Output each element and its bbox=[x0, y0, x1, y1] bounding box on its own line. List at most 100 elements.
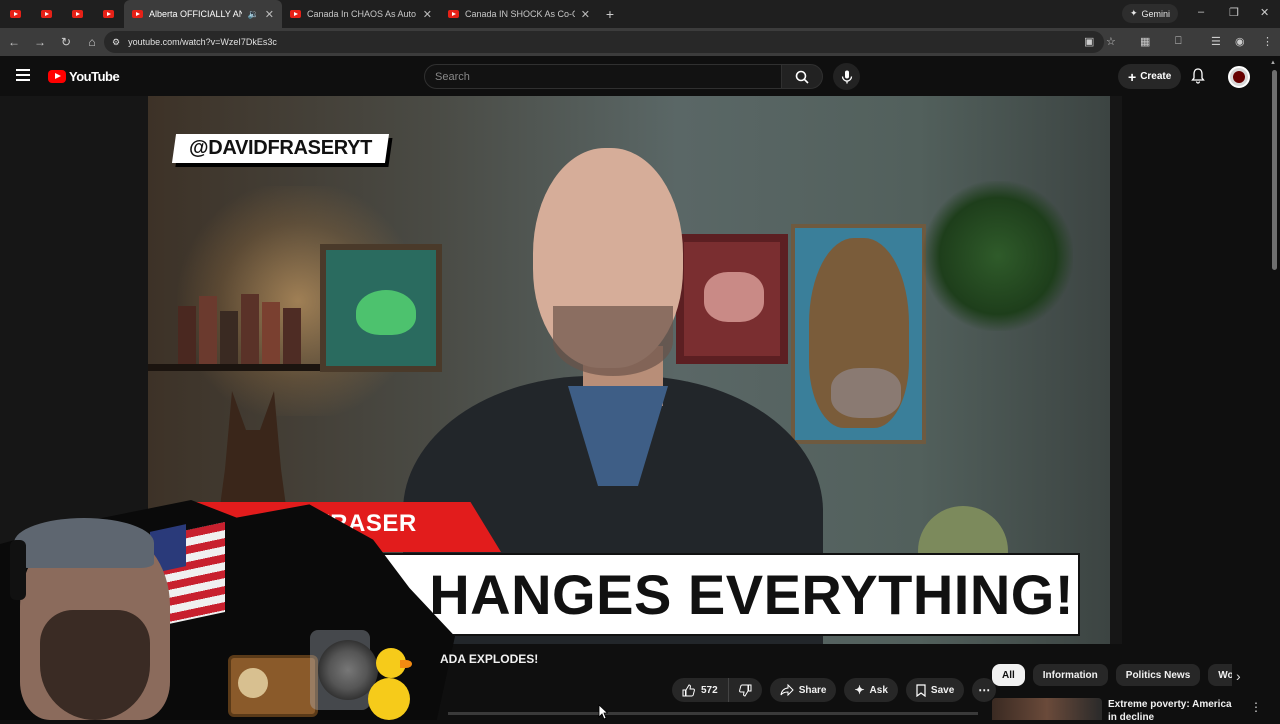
browser-toolbar: ← → ↻ ⌂ ⚙ youtube.com/watch?v=WzeI7DkEs3… bbox=[0, 28, 1280, 56]
youtube-favicon-icon bbox=[41, 10, 52, 18]
mouse-cursor-icon bbox=[598, 704, 608, 720]
more-horizontal-icon: ⋯ bbox=[978, 683, 991, 697]
channel-handle-overlay: @DAVIDFRASERYT bbox=[171, 134, 390, 163]
chip-information[interactable]: Information bbox=[1032, 664, 1108, 686]
search-input[interactable] bbox=[435, 70, 781, 83]
like-dislike-group: 572 bbox=[672, 678, 762, 702]
pinned-tab[interactable] bbox=[31, 0, 62, 28]
close-tab-icon[interactable]: ✕ bbox=[423, 8, 432, 21]
dislike-button[interactable] bbox=[729, 678, 762, 702]
home-icon[interactable]: ⌂ bbox=[80, 35, 104, 49]
avatar-image bbox=[1233, 71, 1245, 83]
streamer-camo-hat bbox=[14, 518, 154, 568]
streamer-beard bbox=[40, 610, 150, 720]
frog-painting bbox=[320, 244, 442, 372]
gemini-button[interactable]: ✦ Gemini bbox=[1122, 4, 1179, 23]
extensions-icon[interactable]: ▦ bbox=[1140, 35, 1150, 48]
youtube-favicon-icon bbox=[132, 10, 143, 18]
notifications-bell-icon[interactable] bbox=[1191, 68, 1205, 89]
search-button[interactable] bbox=[781, 64, 823, 89]
search-box bbox=[424, 64, 782, 89]
account-avatar[interactable] bbox=[1228, 66, 1250, 88]
back-arrow-icon[interactable]: ← bbox=[2, 35, 26, 49]
microphone-icon bbox=[841, 70, 852, 83]
tab-title: Canada In CHAOS As Auto Ma bbox=[307, 9, 417, 19]
minimize-icon[interactable]: – bbox=[1198, 6, 1204, 18]
menu-icon[interactable] bbox=[16, 69, 30, 81]
like-count: 572 bbox=[701, 684, 718, 696]
chevron-right-icon[interactable]: › bbox=[1236, 668, 1241, 684]
browser-menu-icon[interactable]: ⋮ bbox=[1262, 35, 1273, 48]
scroll-up-arrow-icon[interactable]: ▲ bbox=[1270, 60, 1276, 66]
tab-title: Canada IN SHOCK As Co-Op Cl bbox=[465, 9, 575, 19]
youtube-header: YouTube + Create bbox=[0, 56, 1280, 96]
youtube-logo-text: YouTube bbox=[69, 69, 120, 84]
plus-icon: + bbox=[1128, 68, 1137, 85]
recommendation-thumbnail[interactable] bbox=[992, 698, 1102, 720]
address-bar[interactable]: ⚙ youtube.com/watch?v=WzeI7DkEs3c bbox=[104, 31, 1104, 53]
recommendation-menu-icon[interactable]: ⋮ bbox=[1250, 700, 1262, 714]
chip-world-news[interactable]: World New bbox=[1208, 664, 1232, 686]
save-button[interactable]: Save bbox=[905, 678, 965, 702]
thumbs-down-icon bbox=[738, 684, 752, 697]
related-chips: All Information Politics News World New bbox=[992, 664, 1232, 686]
browser-tab-strip: Alberta OFFICIALLY ANNOU 🔉 ✕ Canada In C… bbox=[0, 0, 1280, 28]
search-icon bbox=[795, 70, 809, 84]
tab-title: Alberta OFFICIALLY ANNOU bbox=[149, 9, 242, 19]
chip-all[interactable]: All bbox=[992, 664, 1025, 686]
site-info-icon[interactable]: ⚙ bbox=[112, 37, 120, 48]
profile-icon[interactable]: ◉ bbox=[1235, 35, 1245, 48]
youtube-logo[interactable]: YouTube bbox=[48, 69, 120, 84]
like-button[interactable]: 572 bbox=[672, 678, 729, 702]
share-button[interactable]: Share bbox=[769, 678, 837, 702]
gemini-label: Gemini bbox=[1141, 8, 1171, 19]
youtube-favicon-icon bbox=[10, 10, 21, 18]
browser-tab[interactable]: Canada In CHAOS As Auto Ma ✕ bbox=[282, 0, 440, 28]
ask-button[interactable]: ✦ Ask bbox=[844, 678, 898, 702]
streamer-headset bbox=[10, 540, 26, 600]
create-label: Create bbox=[1140, 71, 1172, 82]
browser-tab-active[interactable]: Alberta OFFICIALLY ANNOU 🔉 ✕ bbox=[124, 0, 282, 28]
headline-text: HANGES EVERYTHING! bbox=[429, 563, 1074, 626]
youtube-favicon-icon bbox=[103, 10, 114, 18]
pinned-tab[interactable] bbox=[93, 0, 124, 28]
thumbs-up-icon bbox=[682, 683, 695, 696]
video-progress-bar[interactable] bbox=[448, 712, 978, 715]
pig-painting bbox=[676, 234, 788, 364]
bookshelf-books bbox=[178, 286, 328, 366]
voice-search-button[interactable] bbox=[833, 63, 860, 90]
pinned-tab[interactable] bbox=[62, 0, 93, 28]
youtube-favicon-icon bbox=[290, 10, 301, 18]
pinned-tab[interactable] bbox=[0, 0, 31, 28]
close-window-icon[interactable]: ✕ bbox=[1260, 6, 1269, 19]
youtube-favicon-icon bbox=[72, 10, 83, 18]
youtube-play-icon bbox=[48, 70, 66, 83]
save-label: Save bbox=[930, 684, 955, 696]
headline-banner: HANGES EVERYTHING! bbox=[370, 553, 1080, 636]
bookmark-star-icon[interactable]: ☆ bbox=[1106, 35, 1116, 48]
new-tab-button[interactable]: + bbox=[598, 6, 622, 22]
url-text: youtube.com/watch?v=WzeI7DkEs3c bbox=[128, 37, 277, 47]
create-button[interactable]: + Create bbox=[1118, 64, 1182, 89]
audio-playing-icon[interactable]: 🔉 bbox=[248, 9, 259, 20]
restore-icon[interactable]: ❐ bbox=[1229, 6, 1239, 19]
media-controls-icon[interactable]: ☰ bbox=[1211, 35, 1221, 48]
scrollbar-thumb[interactable] bbox=[1272, 70, 1277, 270]
browser-tab[interactable]: Canada IN SHOCK As Co-Op Cl ✕ bbox=[440, 0, 598, 28]
sparkle-icon: ✦ bbox=[854, 683, 865, 697]
cast-icon[interactable]: ⎕ bbox=[1175, 35, 1182, 48]
close-tab-icon[interactable]: ✕ bbox=[265, 8, 274, 21]
rubber-duck bbox=[368, 648, 412, 720]
recommendation-title[interactable]: Extreme poverty: America in decline bbox=[1108, 698, 1236, 724]
chip-politics-news[interactable]: Politics News bbox=[1115, 664, 1201, 686]
forward-arrow-icon[interactable]: → bbox=[28, 35, 52, 49]
install-app-icon[interactable]: ▣ bbox=[1084, 35, 1094, 48]
hanging-plant bbox=[923, 181, 1073, 331]
youtube-favicon-icon bbox=[448, 10, 459, 18]
share-icon bbox=[780, 684, 794, 696]
video-title: ADA EXPLODES! bbox=[440, 652, 539, 666]
presenter-beard bbox=[553, 306, 673, 376]
close-tab-icon[interactable]: ✕ bbox=[581, 8, 590, 21]
reload-icon[interactable]: ↻ bbox=[54, 35, 78, 49]
sparkle-icon: ✦ bbox=[1130, 8, 1138, 18]
